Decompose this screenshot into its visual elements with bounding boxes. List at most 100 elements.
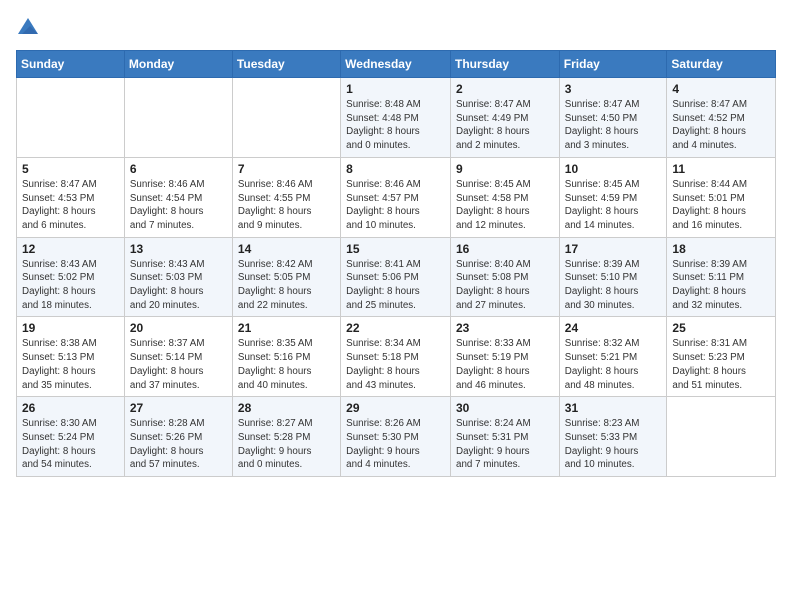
calendar-table: SundayMondayTuesdayWednesdayThursdayFrid… xyxy=(16,50,776,477)
calendar-cell: 15 Sunrise: 8:41 AMSunset: 5:06 PMDayligh… xyxy=(341,237,451,317)
day-info: Sunrise: 8:34 AMSunset: 5:18 PMDaylight:… xyxy=(346,337,445,392)
calendar-cell xyxy=(124,78,232,158)
calendar-week-row: 26 Sunrise: 8:30 AMSunset: 5:24 PMDayligh… xyxy=(17,397,776,477)
logo xyxy=(16,16,44,40)
weekday-header: Friday xyxy=(559,51,667,78)
calendar-cell: 12 Sunrise: 8:43 AMSunset: 5:02 PMDayligh… xyxy=(17,237,125,317)
day-number: 4 xyxy=(672,82,770,96)
calendar-cell xyxy=(17,78,125,158)
day-info: Sunrise: 8:31 AMSunset: 5:23 PMDaylight:… xyxy=(672,337,770,392)
logo-icon xyxy=(16,16,40,40)
calendar-cell: 31Sunrise: 8:23 AMSunset: 5:33 PMDayligh… xyxy=(559,397,667,477)
day-number: 6 xyxy=(130,162,227,176)
calendar-cell: 30Sunrise: 8:24 AMSunset: 5:31 PMDayligh… xyxy=(451,397,560,477)
day-info: Sunrise: 8:43 AMSunset: 5:03 PMDaylight:… xyxy=(130,258,227,313)
day-number: 16 xyxy=(456,242,554,256)
day-number: 1 xyxy=(346,82,445,96)
day-number: 19 xyxy=(22,321,119,335)
calendar-cell: 20 Sunrise: 8:37 AMSunset: 5:14 PMDayligh… xyxy=(124,317,232,397)
day-info: Sunrise: 8:48 AMSunset: 4:48 PMDaylight:… xyxy=(346,98,445,153)
day-info: Sunrise: 8:26 AMSunset: 5:30 PMDaylight:… xyxy=(346,417,445,472)
day-info: Sunrise: 8:24 AMSunset: 5:31 PMDaylight:… xyxy=(456,417,554,472)
day-number: 9 xyxy=(456,162,554,176)
weekday-header: Wednesday xyxy=(341,51,451,78)
day-number: 28 xyxy=(238,401,335,415)
day-number: 26 xyxy=(22,401,119,415)
day-info: Sunrise: 8:42 AMSunset: 5:05 PMDaylight:… xyxy=(238,258,335,313)
day-number: 24 xyxy=(565,321,662,335)
calendar-week-row: 12 Sunrise: 8:43 AMSunset: 5:02 PMDayligh… xyxy=(17,237,776,317)
day-number: 20 xyxy=(130,321,227,335)
calendar-cell xyxy=(667,397,776,477)
weekday-header: Thursday xyxy=(451,51,560,78)
day-number: 11 xyxy=(672,162,770,176)
weekday-header: Tuesday xyxy=(232,51,340,78)
day-info: Sunrise: 8:47 AMSunset: 4:50 PMDaylight:… xyxy=(565,98,662,153)
day-info: Sunrise: 8:47 AMSunset: 4:49 PMDaylight:… xyxy=(456,98,554,153)
calendar-cell: 13Sunrise: 8:43 AMSunset: 5:03 PMDayligh… xyxy=(124,237,232,317)
day-info: Sunrise: 8:40 AMSunset: 5:08 PMDaylight:… xyxy=(456,258,554,313)
calendar-cell: 25 Sunrise: 8:31 AMSunset: 5:23 PMDayligh… xyxy=(667,317,776,397)
calendar-cell: 4 Sunrise: 8:47 AMSunset: 4:52 PMDaylight… xyxy=(667,78,776,158)
weekday-header: Monday xyxy=(124,51,232,78)
day-info: Sunrise: 8:45 AMSunset: 4:59 PMDaylight:… xyxy=(565,178,662,233)
day-info: Sunrise: 8:41 AMSunset: 5:06 PMDaylight:… xyxy=(346,258,445,313)
day-number: 23 xyxy=(456,321,554,335)
day-number: 25 xyxy=(672,321,770,335)
day-number: 5 xyxy=(22,162,119,176)
day-info: Sunrise: 8:46 AMSunset: 4:54 PMDaylight:… xyxy=(130,178,227,233)
header xyxy=(16,16,776,40)
calendar-cell: 24Sunrise: 8:32 AMSunset: 5:21 PMDayligh… xyxy=(559,317,667,397)
day-info: Sunrise: 8:30 AMSunset: 5:24 PMDaylight:… xyxy=(22,417,119,472)
calendar-cell: 14 Sunrise: 8:42 AMSunset: 5:05 PMDayligh… xyxy=(232,237,340,317)
day-info: Sunrise: 8:23 AMSunset: 5:33 PMDaylight:… xyxy=(565,417,662,472)
calendar-cell: 5 Sunrise: 8:47 AMSunset: 4:53 PMDaylight… xyxy=(17,157,125,237)
day-info: Sunrise: 8:38 AMSunset: 5:13 PMDaylight:… xyxy=(22,337,119,392)
day-info: Sunrise: 8:45 AMSunset: 4:58 PMDaylight:… xyxy=(456,178,554,233)
day-number: 22 xyxy=(346,321,445,335)
calendar-cell: 17Sunrise: 8:39 AMSunset: 5:10 PMDayligh… xyxy=(559,237,667,317)
day-info: Sunrise: 8:28 AMSunset: 5:26 PMDaylight:… xyxy=(130,417,227,472)
day-number: 3 xyxy=(565,82,662,96)
day-number: 21 xyxy=(238,321,335,335)
calendar-cell: 26 Sunrise: 8:30 AMSunset: 5:24 PMDayligh… xyxy=(17,397,125,477)
day-info: Sunrise: 8:44 AMSunset: 5:01 PMDaylight:… xyxy=(672,178,770,233)
day-number: 7 xyxy=(238,162,335,176)
day-info: Sunrise: 8:35 AMSunset: 5:16 PMDaylight:… xyxy=(238,337,335,392)
calendar-cell: 2Sunrise: 8:47 AMSunset: 4:49 PMDaylight… xyxy=(451,78,560,158)
calendar-body: 1 Sunrise: 8:48 AMSunset: 4:48 PMDaylight… xyxy=(17,78,776,477)
calendar-week-row: 1 Sunrise: 8:48 AMSunset: 4:48 PMDaylight… xyxy=(17,78,776,158)
day-number: 8 xyxy=(346,162,445,176)
calendar-cell: 18 Sunrise: 8:39 AMSunset: 5:11 PMDayligh… xyxy=(667,237,776,317)
day-info: Sunrise: 8:37 AMSunset: 5:14 PMDaylight:… xyxy=(130,337,227,392)
day-number: 27 xyxy=(130,401,227,415)
weekday-header-row: SundayMondayTuesdayWednesdayThursdayFrid… xyxy=(17,51,776,78)
day-info: Sunrise: 8:39 AMSunset: 5:10 PMDaylight:… xyxy=(565,258,662,313)
calendar-cell: 27 Sunrise: 8:28 AMSunset: 5:26 PMDayligh… xyxy=(124,397,232,477)
day-info: Sunrise: 8:47 AMSunset: 4:52 PMDaylight:… xyxy=(672,98,770,153)
day-number: 29 xyxy=(346,401,445,415)
calendar-cell: 29 Sunrise: 8:26 AMSunset: 5:30 PMDayligh… xyxy=(341,397,451,477)
calendar-cell xyxy=(232,78,340,158)
calendar-cell: 21 Sunrise: 8:35 AMSunset: 5:16 PMDayligh… xyxy=(232,317,340,397)
day-number: 10 xyxy=(565,162,662,176)
calendar-cell: 1 Sunrise: 8:48 AMSunset: 4:48 PMDaylight… xyxy=(341,78,451,158)
calendar-cell: 16 Sunrise: 8:40 AMSunset: 5:08 PMDayligh… xyxy=(451,237,560,317)
weekday-header: Sunday xyxy=(17,51,125,78)
day-number: 12 xyxy=(22,242,119,256)
calendar-cell: 19 Sunrise: 8:38 AMSunset: 5:13 PMDayligh… xyxy=(17,317,125,397)
day-number: 14 xyxy=(238,242,335,256)
day-number: 15 xyxy=(346,242,445,256)
day-number: 18 xyxy=(672,242,770,256)
calendar-cell: 22 Sunrise: 8:34 AMSunset: 5:18 PMDayligh… xyxy=(341,317,451,397)
day-info: Sunrise: 8:43 AMSunset: 5:02 PMDaylight:… xyxy=(22,258,119,313)
day-info: Sunrise: 8:47 AMSunset: 4:53 PMDaylight:… xyxy=(22,178,119,233)
calendar-cell: 9 Sunrise: 8:45 AMSunset: 4:58 PMDaylight… xyxy=(451,157,560,237)
calendar-cell: 11 Sunrise: 8:44 AMSunset: 5:01 PMDayligh… xyxy=(667,157,776,237)
calendar-cell: 6 Sunrise: 8:46 AMSunset: 4:54 PMDaylight… xyxy=(124,157,232,237)
calendar-cell: 7 Sunrise: 8:46 AMSunset: 4:55 PMDaylight… xyxy=(232,157,340,237)
day-info: Sunrise: 8:46 AMSunset: 4:57 PMDaylight:… xyxy=(346,178,445,233)
day-info: Sunrise: 8:39 AMSunset: 5:11 PMDaylight:… xyxy=(672,258,770,313)
day-info: Sunrise: 8:46 AMSunset: 4:55 PMDaylight:… xyxy=(238,178,335,233)
day-info: Sunrise: 8:27 AMSunset: 5:28 PMDaylight:… xyxy=(238,417,335,472)
